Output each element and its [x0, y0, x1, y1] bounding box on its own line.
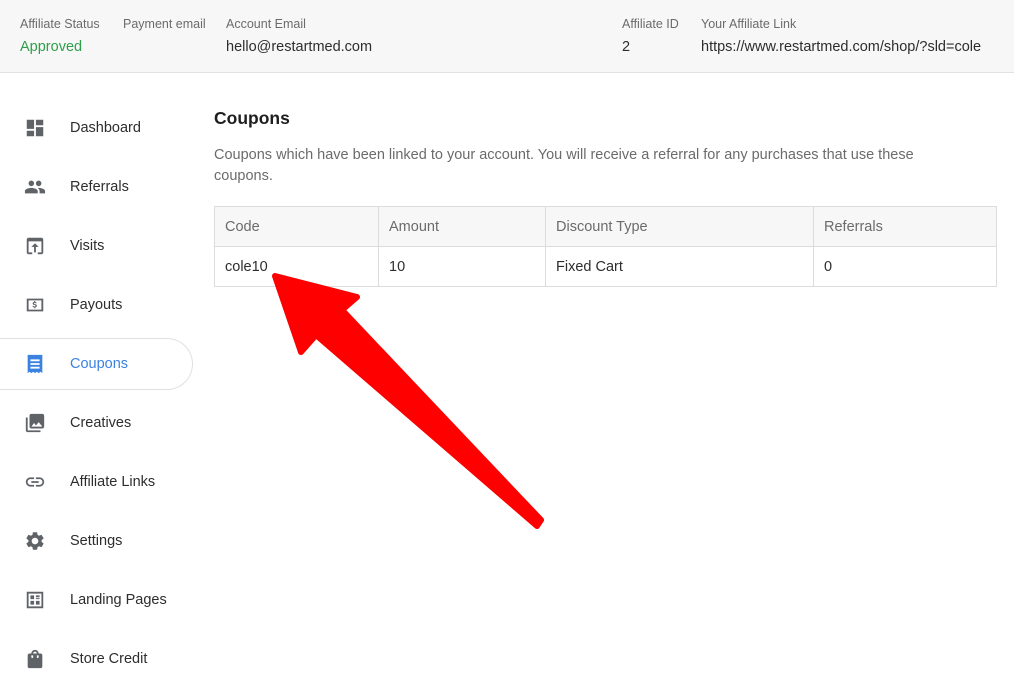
- coupon-icon: [23, 352, 47, 376]
- affiliate-link-value[interactable]: https://www.restartmed.com/shop/?sld=col…: [701, 37, 981, 57]
- sidebar-item-label: Landing Pages: [70, 592, 167, 608]
- payment-email-label: Payment email: [123, 17, 206, 31]
- affiliate-info-header: Affiliate Status Approved Payment email …: [0, 0, 1014, 73]
- affiliate-status-value: Approved: [20, 39, 83, 55]
- affiliate-link-field: Your Affiliate Link https://www.restartm…: [701, 16, 981, 57]
- sidebar-item-referrals[interactable]: Referrals: [0, 161, 193, 213]
- affiliate-status-field: Affiliate Status Approved: [20, 16, 100, 57]
- image-library-icon: [23, 411, 47, 435]
- sidebar-nav: Dashboard Referrals Visits Payouts Coupo…: [0, 73, 195, 695]
- affiliate-link-label: Your Affiliate Link: [701, 17, 797, 31]
- people-icon: [23, 175, 47, 199]
- shopping-bag-icon: [23, 647, 47, 671]
- coupon-code-cell: cole10: [214, 246, 379, 287]
- sidebar-item-label: Visits: [70, 238, 105, 254]
- sidebar-item-settings[interactable]: Settings: [0, 515, 193, 567]
- sidebar-item-label: Creatives: [70, 415, 132, 431]
- dollar-icon: [23, 293, 47, 317]
- coupon-discount-type-cell: Fixed Cart: [545, 246, 814, 287]
- sidebar-item-visits[interactable]: Visits: [0, 220, 193, 272]
- coupons-table: Code Amount Discount Type Referrals cole…: [214, 206, 997, 287]
- column-header-amount: Amount: [378, 206, 546, 247]
- column-header-code: Code: [214, 206, 379, 247]
- page-description: Coupons which have been linked to your a…: [214, 147, 914, 184]
- dashboard-icon: [23, 116, 47, 140]
- annotation-arrow-shape: [272, 273, 544, 529]
- table-header-row: Code Amount Discount Type Referrals: [214, 206, 997, 247]
- visits-icon: [23, 234, 47, 258]
- account-email-label: Account Email: [226, 17, 306, 31]
- payment-email-field: Payment email: [123, 16, 206, 32]
- column-header-referrals: Referrals: [813, 206, 997, 247]
- column-header-discount-type: Discount Type: [545, 206, 814, 247]
- link-icon: [23, 470, 47, 494]
- sidebar-item-coupons[interactable]: Coupons: [0, 338, 193, 390]
- gear-icon: [23, 529, 47, 553]
- sidebar-item-creatives[interactable]: Creatives: [0, 397, 193, 449]
- account-email-value: hello@restartmed.com: [226, 39, 373, 55]
- affiliate-id-value: 2: [622, 39, 631, 55]
- affiliate-status-label: Affiliate Status: [20, 17, 100, 31]
- page-title: Coupons: [214, 108, 290, 128]
- sidebar-item-label: Affiliate Links: [70, 474, 156, 490]
- sidebar-item-label: Settings: [70, 533, 123, 549]
- sidebar-item-label: Referrals: [70, 179, 129, 195]
- sidebar-item-store-credit[interactable]: Store Credit: [0, 633, 193, 685]
- affiliate-id-label: Affiliate ID: [622, 17, 679, 31]
- sidebar-item-landing-pages[interactable]: Landing Pages: [0, 574, 193, 626]
- account-email-field: Account Email hello@restartmed.com: [226, 16, 372, 57]
- affiliate-id-field: Affiliate ID 2: [622, 16, 679, 57]
- sidebar-item-payouts[interactable]: Payouts: [0, 279, 193, 331]
- sidebar-item-affiliate-links[interactable]: Affiliate Links: [0, 456, 193, 508]
- sidebar-item-label: Payouts: [70, 297, 123, 313]
- table-row: cole10 10 Fixed Cart 0: [214, 246, 997, 287]
- landing-page-icon: [23, 588, 47, 612]
- sidebar-item-label: Dashboard: [70, 120, 141, 136]
- sidebar-item-dashboard[interactable]: Dashboard: [0, 102, 193, 154]
- coupon-amount-cell: 10: [378, 246, 546, 287]
- sidebar-item-label: Store Credit: [70, 651, 148, 667]
- sidebar-item-label: Coupons: [70, 356, 129, 372]
- coupon-referrals-cell: 0: [813, 246, 997, 287]
